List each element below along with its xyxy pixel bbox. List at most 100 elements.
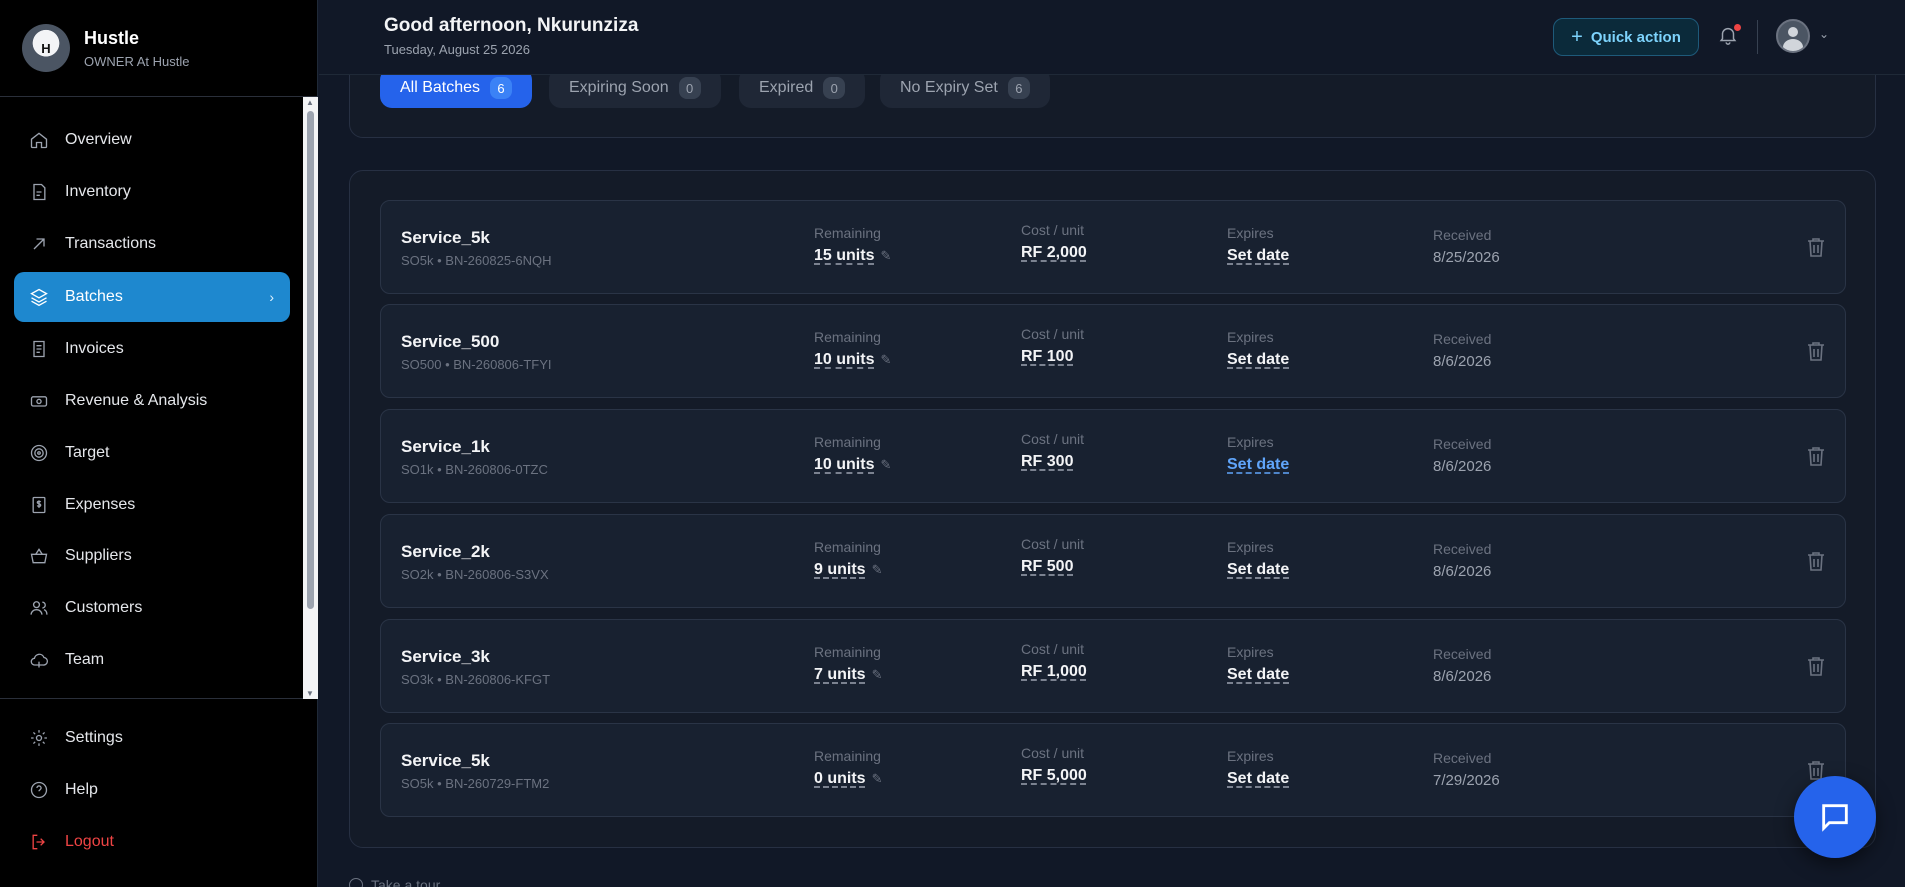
chat-button[interactable] — [1794, 776, 1876, 858]
delete-button[interactable] — [1807, 551, 1825, 571]
pencil-icon[interactable]: ✎ — [872, 667, 883, 683]
chevron-down-icon[interactable]: ⌄ — [1819, 27, 1829, 41]
table-row[interactable]: Service_3k SO3k • BN-260806-KFGT Remaini… — [380, 619, 1846, 713]
sidebar-item-settings[interactable]: Settings — [14, 713, 290, 763]
trash-icon — [1808, 342, 1824, 361]
pencil-icon[interactable]: ✎ — [872, 771, 883, 787]
sidebar-item-target[interactable]: Target — [14, 428, 290, 478]
trash-icon — [1808, 657, 1824, 676]
remaining-value[interactable]: 10 units — [814, 351, 874, 369]
delete-button[interactable] — [1807, 341, 1825, 361]
set-expiry-link[interactable]: Set date — [1227, 666, 1289, 684]
sidebar-item-help[interactable]: Help — [14, 765, 290, 815]
set-expiry-link[interactable]: Set date — [1227, 456, 1289, 474]
sidebar-item-batches[interactable]: Batches › — [14, 272, 290, 322]
sidebar-item-inventory[interactable]: Inventory — [14, 167, 290, 217]
sidebar-item-team[interactable]: Team — [14, 635, 290, 685]
sidebar-item-label: Batches — [65, 288, 123, 305]
batch-code: SO1k • BN-260806-0TZC — [401, 462, 548, 477]
received-col: Received 8/6/2026 — [1433, 331, 1491, 370]
scrollbar-thumb[interactable] — [307, 111, 314, 609]
brand[interactable]: H Hustle OWNER At Hustle — [0, 0, 317, 97]
current-date: Tuesday, August 25 2026 — [384, 42, 530, 57]
sidebar-scrollbar[interactable]: ▲ ▼ — [303, 97, 318, 699]
received-col: Received 8/6/2026 — [1433, 646, 1491, 685]
expires-col: Expires Set date — [1227, 748, 1289, 788]
help-icon — [29, 780, 49, 800]
pencil-icon[interactable]: ✎ — [880, 457, 891, 473]
expires-col: Expires Set date — [1227, 644, 1289, 684]
take-tour-link[interactable]: Take a tour — [349, 877, 440, 887]
cost-col: Cost / unit RF 300 — [1021, 431, 1084, 471]
set-expiry-link[interactable]: Set date — [1227, 351, 1289, 369]
received-label: Received — [1433, 750, 1492, 766]
filter-label: All Batches — [400, 79, 481, 96]
cost-value[interactable]: RF 5,000 — [1021, 767, 1087, 785]
table-row[interactable]: Service_2k SO2k • BN-260806-S3VX Remaini… — [380, 514, 1846, 608]
pencil-icon[interactable]: ✎ — [872, 562, 883, 578]
remaining-label: Remaining — [814, 329, 881, 345]
top-header: Good afternoon, Nkurunziza Tuesday, Augu… — [319, 0, 1905, 75]
remaining-value[interactable]: 9 units — [814, 561, 866, 579]
expires-label: Expires — [1227, 434, 1274, 450]
chat-icon — [1822, 804, 1848, 832]
sidebar-item-logout[interactable]: Logout — [14, 817, 290, 867]
received-col: Received 8/6/2026 — [1433, 436, 1491, 475]
brand-logo: H — [22, 24, 70, 72]
sidebar-item-label: Suppliers — [65, 547, 132, 564]
received-label: Received — [1433, 227, 1492, 243]
set-expiry-link[interactable]: Set date — [1227, 561, 1289, 579]
table-row[interactable]: Service_1k SO1k • BN-260806-0TZC Remaini… — [380, 409, 1846, 503]
remaining-col: Remaining 15 units ✎ — [814, 225, 891, 265]
scroll-down-icon[interactable]: ▼ — [306, 689, 314, 698]
remaining-value[interactable]: 15 units — [814, 247, 874, 265]
remaining-col: Remaining 7 units ✎ — [814, 644, 882, 684]
quick-action-button[interactable]: + Quick action — [1553, 18, 1699, 56]
cost-value[interactable]: RF 1,000 — [1021, 663, 1087, 681]
delete-button[interactable] — [1807, 237, 1825, 257]
remaining-label: Remaining — [814, 225, 881, 241]
sidebar-item-suppliers[interactable]: Suppliers — [14, 531, 290, 581]
filter-count: 6 — [1007, 77, 1030, 99]
sidebar-item-transactions[interactable]: Transactions — [14, 219, 290, 269]
set-expiry-link[interactable]: Set date — [1227, 247, 1289, 265]
batch-name: Service_5k — [401, 751, 490, 770]
remaining-value[interactable]: 7 units — [814, 666, 866, 684]
batch-name: Service_2k — [401, 542, 490, 561]
delete-button[interactable] — [1807, 446, 1825, 466]
remaining-col: Remaining 0 units ✎ — [814, 748, 882, 788]
sidebar-item-invoices[interactable]: Invoices — [14, 324, 290, 374]
batch-code: SO5k • BN-260729-FTM2 — [401, 776, 550, 791]
received-value: 8/6/2026 — [1433, 458, 1492, 475]
pencil-icon[interactable]: ✎ — [880, 352, 891, 368]
layers-icon — [29, 287, 49, 307]
table-row[interactable]: Service_5k SO5k • BN-260825-6NQH Remaini… — [380, 200, 1846, 294]
cost-value[interactable]: RF 500 — [1021, 558, 1073, 576]
remaining-value[interactable]: 0 units — [814, 770, 866, 788]
table-row[interactable]: Service_500 SO500 • BN-260806-TFYI Remai… — [380, 304, 1846, 398]
scroll-up-icon[interactable]: ▲ — [306, 98, 314, 107]
expires-label: Expires — [1227, 225, 1274, 241]
received-label: Received — [1433, 646, 1492, 662]
remaining-value[interactable]: 10 units — [814, 456, 874, 474]
notifications-button[interactable] — [1717, 24, 1741, 48]
batch-name: Service_500 — [401, 332, 500, 351]
pencil-icon[interactable]: ✎ — [880, 248, 891, 264]
plus-icon: + — [1571, 25, 1583, 48]
cost-label: Cost / unit — [1021, 222, 1085, 238]
cost-value[interactable]: RF 300 — [1021, 453, 1073, 471]
cost-value[interactable]: RF 100 — [1021, 348, 1073, 366]
trash-icon — [1808, 552, 1824, 571]
gear-icon — [29, 728, 49, 748]
table-row[interactable]: Service_5k SO5k • BN-260729-FTM2 Remaini… — [380, 723, 1846, 817]
sidebar-item-customers[interactable]: Customers — [14, 583, 290, 633]
cost-value[interactable]: RF 2,000 — [1021, 244, 1087, 262]
sidebar-item-overview[interactable]: Overview — [14, 115, 290, 165]
sidebar-item-expenses[interactable]: Expenses — [14, 480, 290, 530]
avatar[interactable] — [1776, 19, 1810, 53]
delete-button[interactable] — [1807, 656, 1825, 676]
cost-col: Cost / unit RF 5,000 — [1021, 745, 1087, 785]
sidebar-item-revenue[interactable]: Revenue & Analysis — [14, 376, 290, 426]
batch-code: SO5k • BN-260825-6NQH — [401, 253, 552, 268]
set-expiry-link[interactable]: Set date — [1227, 770, 1289, 788]
